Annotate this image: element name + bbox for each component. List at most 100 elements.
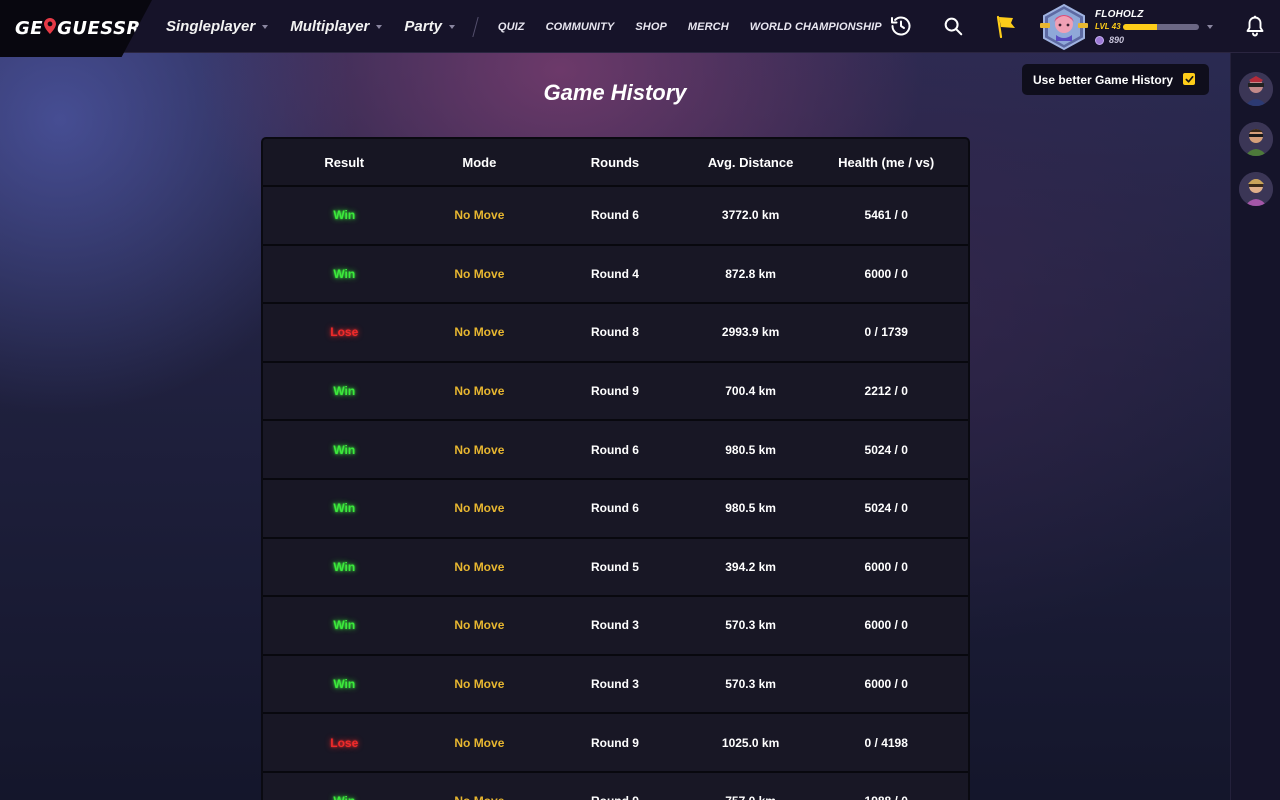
column-header-avg-distance: Avg. Distance [707, 154, 794, 170]
coin-row: 890 [1095, 35, 1199, 45]
cell-result: Win [333, 384, 356, 399]
flag-icon[interactable] [992, 12, 1018, 40]
cell-result: Lose [330, 735, 359, 750]
cell-health: 6000 / 0 [864, 559, 908, 574]
table-row[interactable]: Win No Move Round 6 3772.0 km 5461 / 0 [263, 187, 968, 246]
xp-progress-bar [1123, 23, 1199, 30]
cell-avg-distance: 872.8 km [725, 266, 776, 281]
cell-mode: No Move [454, 442, 505, 457]
cell-avg-distance: 980.5 km [725, 501, 776, 516]
toggle-label: Use better Game History [1033, 72, 1174, 87]
cell-rounds: Round 9 [590, 735, 639, 750]
cell-avg-distance: 980.5 km [725, 442, 776, 457]
sub-nav: QUIZ COMMUNITY SHOP MERCH WORLD CHAMPION… [498, 21, 903, 33]
map-pin-icon [44, 18, 57, 39]
logo[interactable]: GE GUESSR ® [0, 0, 152, 57]
nav-multiplayer[interactable]: Multiplayer [290, 18, 383, 35]
cell-avg-distance: 3772.0 km [721, 208, 780, 223]
cell-mode: No Move [454, 384, 505, 399]
coin-icon [1095, 35, 1104, 45]
cell-rounds: Round 3 [590, 677, 639, 692]
game-history-table: Result Mode Rounds Avg. Distance Health … [261, 137, 970, 800]
coin-count: 890 [1109, 35, 1125, 45]
cell-health: 6000 / 0 [864, 677, 908, 692]
nav-divider [472, 16, 479, 37]
cell-result: Win [333, 559, 356, 574]
status-dot [1269, 73, 1273, 78]
cell-health: 6000 / 0 [864, 618, 908, 633]
status-dot [1269, 173, 1273, 178]
cell-health: 5024 / 0 [864, 442, 908, 457]
table-row[interactable]: Win No Move Round 4 872.8 km 6000 / 0 [263, 245, 968, 305]
level-row: LVL 43 [1095, 22, 1199, 31]
profile-menu[interactable]: FLOHOLZ LVL 43 890 [1039, 3, 1229, 51]
nav-singleplayer[interactable]: Singleplayer [166, 18, 269, 35]
avatar [1039, 3, 1089, 51]
nav-party[interactable]: Party [404, 18, 455, 35]
cell-rounds: Round 6 [590, 501, 639, 516]
table-row[interactable]: Lose No Move Round 9 1025.0 km 0 / 4198 [263, 714, 968, 773]
logo-text-left: GE [15, 18, 44, 39]
checkbox[interactable] [1183, 73, 1195, 85]
table-header: Result Mode Rounds Avg. Distance Health … [263, 139, 968, 187]
table-row[interactable]: Win No Move Round 3 570.3 km 6000 / 0 [263, 655, 968, 715]
table-row[interactable]: Win No Move Round 9 700.4 km 2212 / 0 [263, 362, 968, 422]
level-label: LVL 43 [1095, 22, 1121, 31]
friend-avatar[interactable] [1239, 122, 1273, 156]
table-row[interactable]: WinNo MoveRound 9757.0 km1988 / 0 [263, 772, 968, 800]
cell-avg-distance: 570.3 km [725, 618, 776, 633]
cell-rounds: Round 4 [590, 266, 639, 281]
nav-quiz[interactable]: QUIZ [498, 21, 525, 33]
history-icon[interactable] [888, 12, 914, 40]
cell-result: Win [333, 442, 356, 457]
cell-rounds: Round 3 [590, 618, 639, 633]
cell-mode: No Move [454, 266, 505, 281]
registered-mark: ® [141, 19, 150, 28]
better-history-toggle[interactable]: Use better Game History [1022, 64, 1209, 95]
friends-sidebar [1230, 53, 1280, 800]
cell-health: 0 / 4198 [864, 735, 908, 750]
cell-mode: No Move [454, 501, 505, 516]
status-dot [1269, 123, 1273, 128]
column-header-health: Health (me / vs) [838, 154, 935, 170]
table-row[interactable]: Win No Move Round 5 394.2 km 6000 / 0 [263, 538, 968, 598]
table-row[interactable]: Lose No Move Round 8 2993.9 km 0 / 1739 [263, 304, 968, 363]
table-row[interactable]: Win No Move Round 6 980.5 km 5024 / 0 [263, 421, 968, 480]
cell-mode: No Move [454, 618, 505, 633]
logo-text-right: GUESSR [57, 18, 141, 39]
cell-mode: No Move [454, 325, 505, 340]
cell-result: Win [333, 208, 356, 223]
cell-result: Lose [330, 325, 359, 340]
friend-avatar[interactable] [1239, 72, 1273, 106]
cell-mode: No Move [454, 677, 505, 692]
friend-avatar[interactable] [1239, 172, 1273, 206]
bell-icon[interactable] [1240, 12, 1270, 40]
cell-rounds: Round 9 [590, 384, 639, 399]
cell-mode: No Move [454, 735, 505, 750]
search-icon[interactable] [940, 12, 966, 40]
nav-community[interactable]: COMMUNITY [546, 21, 615, 33]
cell-avg-distance: 700.4 km [725, 384, 776, 399]
chevron-down-icon [1207, 25, 1213, 29]
cell-avg-distance: 1025.0 km [721, 735, 780, 750]
table-row[interactable]: Win No Move Round 6 980.5 km 5024 / 0 [263, 479, 968, 539]
cell-avg-distance: 394.2 km [725, 559, 776, 574]
chevron-down-icon [262, 24, 269, 29]
column-header-rounds: Rounds [590, 154, 640, 170]
cell-rounds: Round 5 [590, 559, 639, 574]
profile-info: FLOHOLZ LVL 43 890 [1095, 9, 1199, 45]
profile-name: FLOHOLZ [1095, 9, 1144, 20]
cell-health: 2212 / 0 [864, 384, 908, 399]
cell-health: 6000 / 0 [864, 266, 908, 281]
nav-world-championship[interactable]: WORLD CHAMPIONSHIP [750, 21, 882, 33]
cell-rounds: Round 9 [533, 794, 697, 800]
table-row[interactable]: Win No Move Round 3 570.3 km 6000 / 0 [263, 597, 968, 656]
nav-shop[interactable]: SHOP [635, 21, 667, 33]
cell-avg-distance: 2993.9 km [721, 325, 780, 340]
cell-avg-distance: 570.3 km [725, 677, 776, 692]
chevron-down-icon [376, 24, 383, 29]
cell-result: Win [333, 618, 356, 633]
cell-rounds: Round 6 [590, 442, 639, 457]
nav-merch[interactable]: MERCH [688, 21, 729, 33]
cell-health: 5461 / 0 [864, 208, 908, 223]
